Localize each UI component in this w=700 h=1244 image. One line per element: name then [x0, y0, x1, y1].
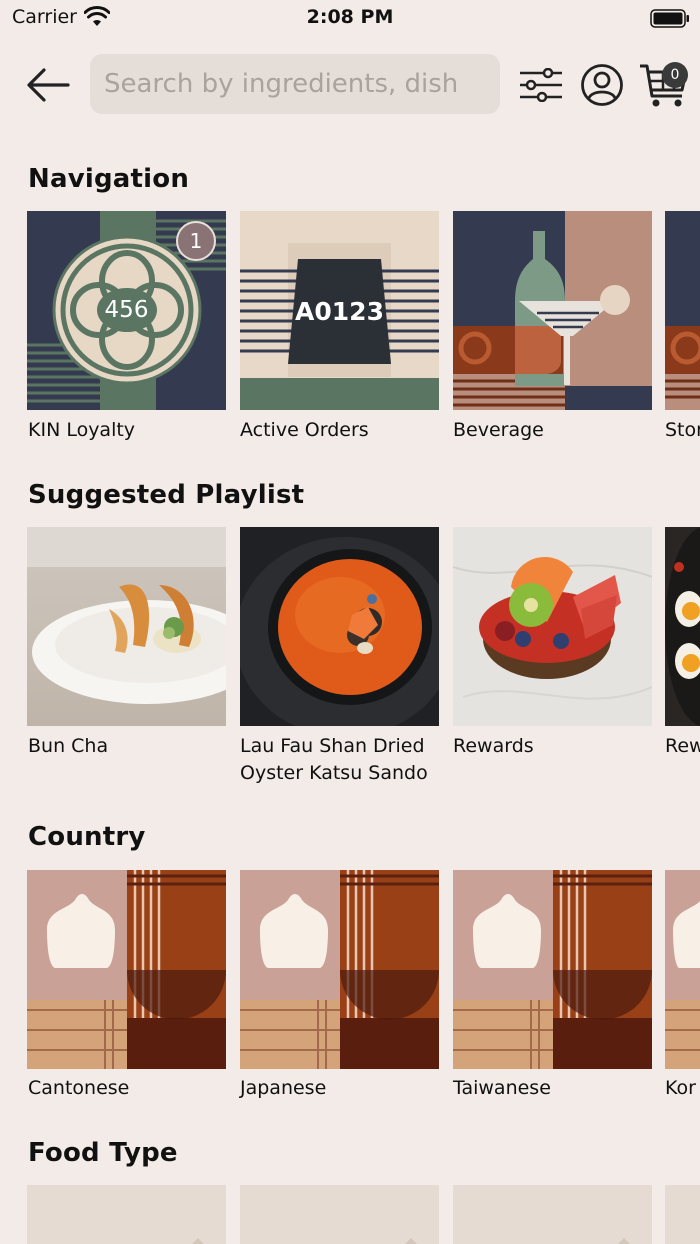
playlist-label-bun-cha: Bun Cha [28, 735, 109, 757]
status-bar: Carrier 2:08 PM [0, 0, 700, 40]
country-tile-cantonese[interactable] [27, 870, 226, 1069]
search-field[interactable] [90, 54, 500, 114]
japanese-art [240, 870, 439, 1069]
section-title-navigation: Navigation [28, 164, 190, 194]
status-time: 2:08 PM [306, 6, 394, 28]
country-tile-taiwanese[interactable] [453, 870, 652, 1069]
beverage-art [453, 211, 652, 410]
cantonese-art [27, 870, 226, 1069]
section-title-country: Country [28, 822, 146, 852]
korean-art [665, 870, 700, 1069]
playlist-label-rewards-2: Rew [665, 735, 700, 757]
nav-tile-store[interactable] [665, 211, 700, 410]
country-label-cantonese: Cantonese [28, 1077, 130, 1099]
bun-cha-photo [27, 527, 226, 726]
filter-icon[interactable] [518, 68, 564, 102]
search-input[interactable] [90, 54, 500, 114]
food-type-art-3 [618, 1238, 630, 1244]
nav-tile-active-orders[interactable]: A0123 [240, 211, 439, 410]
country-tile-japanese[interactable] [240, 870, 439, 1069]
nav-label-loyalty: KIN Loyalty [28, 419, 136, 441]
egg-dish-photo [665, 527, 700, 726]
section-title-food-type: Food Type [28, 1138, 178, 1168]
country-label-japanese: Japanese [240, 1077, 327, 1099]
playlist-tile-rewards[interactable] [453, 527, 652, 726]
food-type-art-2 [405, 1238, 417, 1244]
nav-label-active-orders: Active Orders [240, 419, 369, 441]
playlist-tile-bun-cha[interactable] [27, 527, 226, 726]
country-tile-korean[interactable] [665, 870, 700, 1069]
taiwanese-art [453, 870, 652, 1069]
nav-tile-beverage[interactable] [453, 211, 652, 410]
cart-count-badge: 0 [662, 62, 688, 88]
fruit-bowl-photo [453, 527, 652, 726]
nav-label-beverage: Beverage [453, 419, 544, 441]
nav-label-store: Stor [665, 419, 700, 441]
top-bar [0, 54, 700, 116]
food-type-tile-3[interactable] [453, 1185, 652, 1244]
store-art [665, 211, 700, 410]
country-label-taiwanese: Taiwanese [453, 1077, 551, 1099]
playlist-label-oyster-sando: Lau Fau Shan Dried Oyster Katsu Sando [240, 735, 428, 784]
playlist-tile-oyster-sando[interactable] [240, 527, 439, 726]
food-type-tile-1[interactable] [27, 1185, 226, 1244]
active-order-code: A0123 [295, 297, 384, 326]
soup-photo [240, 527, 439, 726]
back-arrow-icon[interactable] [24, 66, 72, 104]
food-type-tile-4[interactable] [665, 1185, 700, 1244]
account-icon[interactable] [580, 63, 624, 107]
loyalty-code: 456 [104, 297, 149, 323]
country-label-korean: Kor [665, 1077, 696, 1099]
food-type-tile-2[interactable] [240, 1185, 439, 1244]
section-title-playlist: Suggested Playlist [28, 480, 305, 510]
loyalty-count-badge: 1 [176, 221, 216, 261]
playlist-label-rewards: Rewards [453, 735, 534, 757]
playlist-tile-rewards-2[interactable] [665, 527, 700, 726]
food-type-art-1 [192, 1238, 204, 1244]
battery-icon [650, 9, 689, 28]
